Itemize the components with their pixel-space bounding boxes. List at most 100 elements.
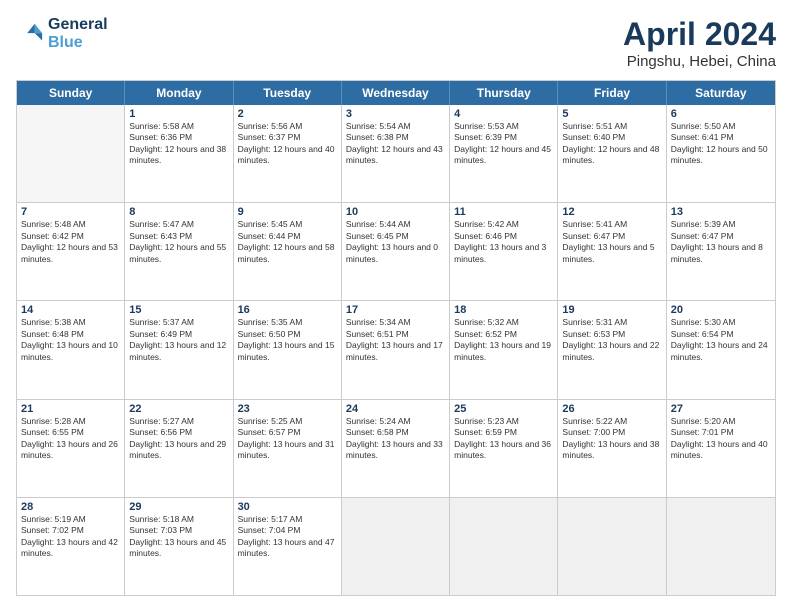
sunrise-text: Sunrise: 5:32 AM	[454, 317, 553, 328]
daylight-text: Daylight: 13 hours and 26 minutes.	[21, 439, 120, 462]
day-number: 27	[671, 403, 771, 415]
sunset-text: Sunset: 6:37 PM	[238, 132, 337, 143]
header-monday: Monday	[125, 81, 233, 105]
sunrise-text: Sunrise: 5:50 AM	[671, 121, 771, 132]
daylight-text: Daylight: 13 hours and 8 minutes.	[671, 242, 771, 265]
calendar-cell	[667, 498, 775, 595]
calendar-cell: 6Sunrise: 5:50 AMSunset: 6:41 PMDaylight…	[667, 105, 775, 202]
calendar-cell: 7Sunrise: 5:48 AMSunset: 6:42 PMDaylight…	[17, 203, 125, 300]
daylight-text: Daylight: 12 hours and 38 minutes.	[129, 144, 228, 167]
calendar-cell: 18Sunrise: 5:32 AMSunset: 6:52 PMDayligh…	[450, 301, 558, 398]
sunrise-text: Sunrise: 5:42 AM	[454, 219, 553, 230]
sunset-text: Sunset: 7:02 PM	[21, 525, 120, 536]
sunrise-text: Sunrise: 5:51 AM	[562, 121, 661, 132]
week-row-4: 21Sunrise: 5:28 AMSunset: 6:55 PMDayligh…	[17, 400, 775, 498]
calendar: Sunday Monday Tuesday Wednesday Thursday…	[16, 80, 776, 596]
day-number: 15	[129, 304, 228, 316]
calendar-cell: 10Sunrise: 5:44 AMSunset: 6:45 PMDayligh…	[342, 203, 450, 300]
sunset-text: Sunset: 6:59 PM	[454, 427, 553, 438]
daylight-text: Daylight: 13 hours and 24 minutes.	[671, 340, 771, 363]
daylight-text: Daylight: 12 hours and 45 minutes.	[454, 144, 553, 167]
sunrise-text: Sunrise: 5:37 AM	[129, 317, 228, 328]
sunrise-text: Sunrise: 5:41 AM	[562, 219, 661, 230]
daylight-text: Daylight: 12 hours and 50 minutes.	[671, 144, 771, 167]
day-number: 2	[238, 108, 337, 120]
sunrise-text: Sunrise: 5:19 AM	[21, 514, 120, 525]
daylight-text: Daylight: 13 hours and 5 minutes.	[562, 242, 661, 265]
header-wednesday: Wednesday	[342, 81, 450, 105]
sunset-text: Sunset: 6:55 PM	[21, 427, 120, 438]
day-number: 6	[671, 108, 771, 120]
calendar-cell: 29Sunrise: 5:18 AMSunset: 7:03 PMDayligh…	[125, 498, 233, 595]
sunset-text: Sunset: 6:52 PM	[454, 329, 553, 340]
day-number: 4	[454, 108, 553, 120]
calendar-cell: 8Sunrise: 5:47 AMSunset: 6:43 PMDaylight…	[125, 203, 233, 300]
sunset-text: Sunset: 6:39 PM	[454, 132, 553, 143]
week-row-5: 28Sunrise: 5:19 AMSunset: 7:02 PMDayligh…	[17, 498, 775, 595]
sunset-text: Sunset: 6:41 PM	[671, 132, 771, 143]
daylight-text: Daylight: 13 hours and 38 minutes.	[562, 439, 661, 462]
calendar-cell: 2Sunrise: 5:56 AMSunset: 6:37 PMDaylight…	[234, 105, 342, 202]
calendar-cell: 4Sunrise: 5:53 AMSunset: 6:39 PMDaylight…	[450, 105, 558, 202]
daylight-text: Daylight: 12 hours and 48 minutes.	[562, 144, 661, 167]
day-number: 13	[671, 206, 771, 218]
sunset-text: Sunset: 6:47 PM	[562, 231, 661, 242]
calendar-cell: 5Sunrise: 5:51 AMSunset: 6:40 PMDaylight…	[558, 105, 666, 202]
sunset-text: Sunset: 6:49 PM	[129, 329, 228, 340]
day-number: 23	[238, 403, 337, 415]
daylight-text: Daylight: 13 hours and 10 minutes.	[21, 340, 120, 363]
calendar-cell: 26Sunrise: 5:22 AMSunset: 7:00 PMDayligh…	[558, 400, 666, 497]
daylight-text: Daylight: 13 hours and 19 minutes.	[454, 340, 553, 363]
calendar-cell: 9Sunrise: 5:45 AMSunset: 6:44 PMDaylight…	[234, 203, 342, 300]
day-number: 11	[454, 206, 553, 218]
day-number: 20	[671, 304, 771, 316]
day-number: 28	[21, 501, 120, 513]
sunrise-text: Sunrise: 5:23 AM	[454, 416, 553, 427]
sunrise-text: Sunrise: 5:39 AM	[671, 219, 771, 230]
sunset-text: Sunset: 6:40 PM	[562, 132, 661, 143]
sunrise-text: Sunrise: 5:17 AM	[238, 514, 337, 525]
sunrise-text: Sunrise: 5:53 AM	[454, 121, 553, 132]
calendar-cell: 20Sunrise: 5:30 AMSunset: 6:54 PMDayligh…	[667, 301, 775, 398]
sunrise-text: Sunrise: 5:20 AM	[671, 416, 771, 427]
day-number: 21	[21, 403, 120, 415]
calendar-cell	[558, 498, 666, 595]
sunrise-text: Sunrise: 5:25 AM	[238, 416, 337, 427]
sunrise-text: Sunrise: 5:44 AM	[346, 219, 445, 230]
calendar-cell: 30Sunrise: 5:17 AMSunset: 7:04 PMDayligh…	[234, 498, 342, 595]
sunset-text: Sunset: 7:00 PM	[562, 427, 661, 438]
daylight-text: Daylight: 12 hours and 55 minutes.	[129, 242, 228, 265]
day-number: 10	[346, 206, 445, 218]
sunset-text: Sunset: 6:36 PM	[129, 132, 228, 143]
header: General Blue April 2024 Pingshu, Hebei, …	[16, 16, 776, 70]
header-friday: Friday	[558, 81, 666, 105]
calendar-cell: 24Sunrise: 5:24 AMSunset: 6:58 PMDayligh…	[342, 400, 450, 497]
week-row-1: 1Sunrise: 5:58 AMSunset: 6:36 PMDaylight…	[17, 105, 775, 203]
day-number: 19	[562, 304, 661, 316]
calendar-cell: 19Sunrise: 5:31 AMSunset: 6:53 PMDayligh…	[558, 301, 666, 398]
daylight-text: Daylight: 13 hours and 22 minutes.	[562, 340, 661, 363]
page: General Blue April 2024 Pingshu, Hebei, …	[0, 0, 792, 612]
sunset-text: Sunset: 6:44 PM	[238, 231, 337, 242]
day-number: 9	[238, 206, 337, 218]
week-row-2: 7Sunrise: 5:48 AMSunset: 6:42 PMDaylight…	[17, 203, 775, 301]
daylight-text: Daylight: 12 hours and 40 minutes.	[238, 144, 337, 167]
calendar-cell: 3Sunrise: 5:54 AMSunset: 6:38 PMDaylight…	[342, 105, 450, 202]
calendar-cell	[342, 498, 450, 595]
header-saturday: Saturday	[667, 81, 775, 105]
sunset-text: Sunset: 6:47 PM	[671, 231, 771, 242]
daylight-text: Daylight: 13 hours and 31 minutes.	[238, 439, 337, 462]
daylight-text: Daylight: 13 hours and 42 minutes.	[21, 537, 120, 560]
calendar-cell: 22Sunrise: 5:27 AMSunset: 6:56 PMDayligh…	[125, 400, 233, 497]
sunrise-text: Sunrise: 5:45 AM	[238, 219, 337, 230]
header-tuesday: Tuesday	[234, 81, 342, 105]
title-block: April 2024 Pingshu, Hebei, China	[623, 16, 776, 70]
calendar-cell: 1Sunrise: 5:58 AMSunset: 6:36 PMDaylight…	[125, 105, 233, 202]
sunset-text: Sunset: 7:04 PM	[238, 525, 337, 536]
sunrise-text: Sunrise: 5:38 AM	[21, 317, 120, 328]
sunset-text: Sunset: 6:43 PM	[129, 231, 228, 242]
calendar-header: Sunday Monday Tuesday Wednesday Thursday…	[17, 81, 775, 105]
daylight-text: Daylight: 13 hours and 29 minutes.	[129, 439, 228, 462]
calendar-cell	[17, 105, 125, 202]
logo: General Blue	[16, 16, 108, 51]
